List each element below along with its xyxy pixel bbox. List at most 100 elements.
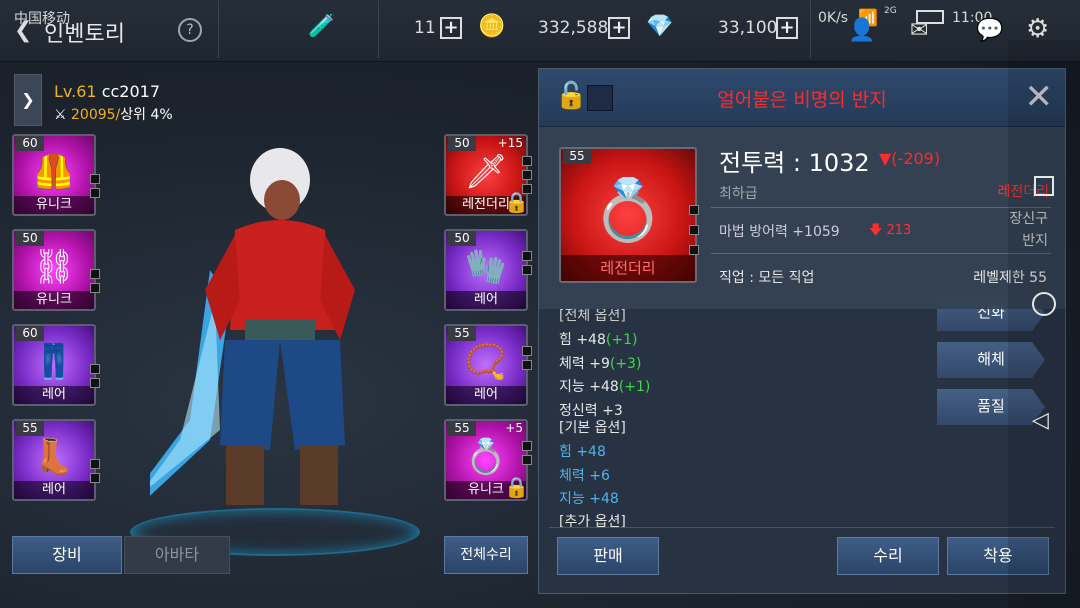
slot-indicators: [90, 459, 100, 487]
sword-icon: 🗡: [464, 151, 508, 192]
lock-icon: 🔒: [504, 190, 529, 214]
lock-icon: 🔒: [504, 475, 529, 499]
crossed-swords-icon: ⚔: [54, 107, 67, 123]
slot-enhance: +5: [505, 421, 523, 435]
divider: [810, 0, 811, 58]
android-nav-bar: ◁: [1008, 40, 1080, 608]
stat-bonus: (+1): [618, 379, 651, 395]
energy-icon: 🧪: [308, 14, 336, 39]
divider: [218, 0, 219, 58]
ring-icon: 💍: [590, 175, 666, 246]
slot-rarity: 유니크: [14, 291, 94, 309]
hero-right-boot: [300, 445, 338, 505]
signal-type: 2G: [884, 6, 897, 16]
help-button[interactable]: ?: [178, 18, 202, 42]
slot-indicators: [522, 346, 532, 374]
magic-defense: 마법 방어력 +1059: [719, 224, 840, 240]
hero-left-leg: [220, 340, 280, 450]
home-icon[interactable]: [1032, 292, 1056, 316]
slot-indicators: [522, 251, 532, 279]
add-ticket-button[interactable]: +: [440, 17, 462, 39]
hero-belt: [245, 320, 315, 342]
item-level-badge: 55: [563, 149, 591, 164]
character-model: [150, 148, 355, 505]
item-detail-header: 🔓 얼어붙은 비명의 반지 ✕: [539, 69, 1065, 127]
left-slot-2[interactable]: 60 👖 레어: [12, 324, 96, 406]
left-slot-1[interactable]: 50 ⛓ 유니크: [12, 229, 96, 311]
hero-torso: [230, 220, 335, 330]
slot-level: 55: [448, 326, 476, 341]
armor-top-icon: 🦺: [32, 151, 76, 192]
slot-rarity: 유니크: [14, 196, 94, 214]
boots-icon: 👢: [32, 436, 76, 477]
repair-all-button[interactable]: 전체수리: [444, 536, 528, 574]
stat-row: 지능 +48(+1): [559, 376, 650, 396]
character-level-name: Lv.61 cc2017: [54, 82, 160, 101]
divider: [378, 0, 379, 58]
repair-button[interactable]: 수리: [837, 537, 939, 575]
slot-rarity: 레어: [446, 291, 526, 309]
slot-level: 50: [448, 136, 476, 151]
slot-level: 60: [16, 136, 44, 151]
combat-power-delta: ▼(-209): [879, 149, 941, 168]
back-arrow-icon[interactable]: ❮: [14, 18, 32, 43]
divider: [549, 527, 1055, 528]
slot-indicators: [90, 174, 100, 202]
recent-apps-icon[interactable]: [1034, 176, 1054, 196]
item-job: 직업 : 모든 직업: [719, 270, 815, 286]
slot-level: 50: [16, 231, 44, 246]
hero-face: [264, 180, 300, 220]
chat-icon[interactable]: 💬: [976, 18, 1003, 43]
hero-right-leg: [280, 340, 345, 450]
magic-defense-delta: 🡇 213: [869, 223, 912, 238]
item-grade: 최하급: [719, 186, 758, 202]
left-slot-3[interactable]: 55 👢 레어: [12, 419, 96, 501]
character-power: ⚔ 20095/상위 4%: [54, 104, 173, 124]
power-rank: 상위 4%: [120, 107, 173, 123]
slot-indicators: [90, 364, 100, 392]
combat-power: 전투력 : 1032: [719, 149, 870, 177]
slot-level: 55: [16, 421, 44, 436]
item-rarity: 레전더리: [561, 255, 695, 281]
slot-rarity: 레어: [446, 386, 526, 404]
character-name: cc2017: [101, 82, 160, 101]
divider: [711, 207, 1051, 208]
right-slot-1[interactable]: 50 🧤 레어: [444, 229, 528, 311]
slot-level: 60: [16, 326, 44, 341]
down-arrow-icon: 🡇: [869, 223, 887, 238]
hero-left-boot: [226, 445, 264, 505]
page-title: 인벤토리: [44, 22, 125, 47]
left-slot-0[interactable]: 60 🦺 유니크: [12, 134, 96, 216]
slot-indicators: [90, 269, 100, 297]
add-gem-button[interactable]: +: [776, 17, 798, 39]
item-summary: 55 💍 레전더리 전투력 : 1032 ▼(-209) 최하급 레전더리 마법…: [539, 127, 1065, 309]
avatar-tab[interactable]: 아바타: [124, 536, 230, 574]
ring-icon: 💍: [464, 436, 508, 477]
expand-character-button[interactable]: ❯: [14, 74, 42, 126]
basic-options-header: [기본 옵션]: [559, 420, 626, 436]
item-detail-panel: 🔓 얼어붙은 비명의 반지 ✕ [전체 옵션] 힘 +48(+1) 체력 +9(+…: [538, 68, 1066, 594]
belt-icon: ⛓: [32, 246, 76, 287]
stat-row: 힘 +48(+1): [559, 329, 637, 349]
right-slot-2[interactable]: 55 📿 레어: [444, 324, 528, 406]
mail-icon[interactable]: ✉: [910, 18, 928, 43]
equip-tab[interactable]: 장비: [12, 536, 122, 574]
gold-coin-icon: 🪙: [478, 14, 506, 39]
necklace-icon: 📿: [464, 341, 508, 382]
slot-rarity: 레어: [14, 386, 94, 404]
sell-button[interactable]: 판매: [557, 537, 659, 575]
gem-icon: 💎: [646, 14, 674, 39]
top-bar: 中国移动 ❮ 인벤토리 ? 🧪 11 + 🪙 332,588 + 💎 33,10…: [0, 0, 1080, 62]
stat-base: 지능 +48: [559, 379, 619, 395]
socket-indicators: [689, 205, 699, 259]
stat-row: 체력 +9(+3): [559, 353, 641, 373]
gem-amount: 33,100: [718, 18, 778, 38]
gauntlet-icon: 🧤: [464, 246, 508, 287]
gold-amount: 332,588: [538, 18, 609, 38]
back-icon[interactable]: ◁: [1032, 408, 1049, 433]
stat-base: 체력 +9: [559, 355, 610, 372]
friends-icon[interactable]: 👤: [848, 18, 875, 43]
slot-enhance: +15: [497, 136, 523, 150]
network-speed: 0K/s: [818, 10, 849, 26]
add-gold-button[interactable]: +: [608, 17, 630, 39]
